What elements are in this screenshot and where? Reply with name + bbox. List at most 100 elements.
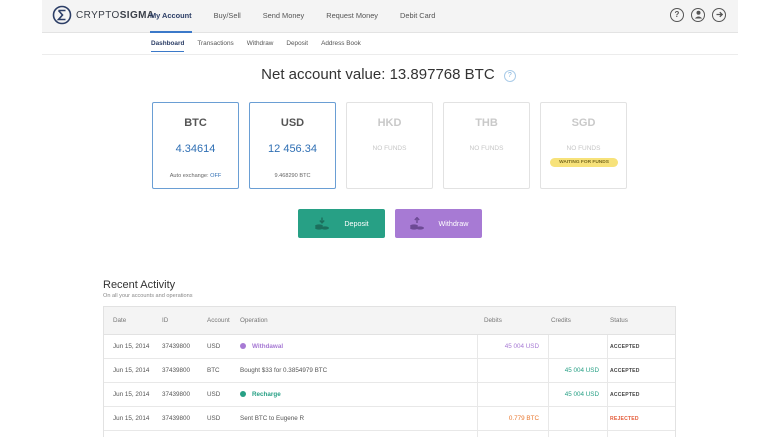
subnav-deposit[interactable]: Deposit: [286, 38, 308, 52]
column-divider: [548, 383, 549, 406]
row-operation: Recharge: [240, 383, 281, 407]
row-operation: Sent BTC to Eugene R: [240, 407, 304, 431]
deposit-button-label: Deposit: [344, 219, 369, 228]
column-divider: [477, 383, 478, 406]
net-account-value: Net account value: 13.897768 BTC ?: [0, 66, 777, 83]
balance-card-sgd[interactable]: SGD NO FUNDS WAITING FOR FUNDS: [540, 102, 627, 189]
sigma-logo-icon: [52, 5, 72, 25]
brand-logo[interactable]: CRYPTOSIGMA: [52, 5, 155, 25]
operation-text: Bought $33 for 0.3854979 BTC: [240, 367, 328, 374]
operation-text: Withdawal: [252, 343, 284, 350]
row-account: USD: [207, 343, 221, 350]
row-account: USD: [207, 391, 221, 398]
table-row[interactable]: Jun 15, 2014 37439800 USD Recharge 45 004 US…: [104, 383, 675, 407]
nav-send-money[interactable]: Send Money: [263, 0, 305, 33]
subnav-withdraw[interactable]: Withdraw: [247, 38, 274, 52]
subnav-dashboard[interactable]: Dashboard: [151, 38, 185, 52]
balance-card-hkd[interactable]: HKD NO FUNDS: [346, 102, 433, 189]
nav-debit-card[interactable]: Debit Card: [400, 0, 435, 33]
nav-buy-sell[interactable]: Buy/Sell: [214, 0, 241, 33]
balance-card-thb[interactable]: THB NO FUNDS: [443, 102, 530, 189]
deposit-button[interactable]: Deposit: [298, 209, 385, 238]
recent-activity-title: Recent Activity: [103, 279, 176, 291]
main-nav: My Account Buy/Sell Send Money Request M…: [150, 0, 457, 33]
table-body: Jun 15, 2014 37439800 USD Withdawal 45 004 U…: [104, 335, 675, 437]
row-account: USD: [207, 415, 221, 422]
currency-code: BTC: [184, 117, 207, 129]
column-divider: [548, 431, 549, 437]
balance-cards: BTC 4.34614 Auto exchange: OFF USD 12 45…: [152, 102, 637, 189]
nav-request-money[interactable]: Request Money: [326, 0, 378, 33]
auto-exchange-toggle[interactable]: OFF: [210, 173, 221, 179]
column-divider: [607, 407, 608, 430]
row-date: Jun 15, 2014: [113, 391, 150, 398]
row-status-badge: ACCEPTED: [610, 392, 640, 398]
column-divider: [607, 383, 608, 406]
row-status-badge: ACCEPTED: [610, 344, 640, 350]
balance-card-btc[interactable]: BTC 4.34614 Auto exchange: OFF: [152, 102, 239, 189]
sub-navigation: Dashboard Transactions Withdraw Deposit …: [151, 38, 374, 52]
top-navigation-bar: CRYPTOSIGMA My Account Buy/Sell Send Mon…: [42, 0, 738, 33]
table-header: Date ID Account Operation Debits Credits…: [104, 307, 675, 335]
table-row[interactable]: [104, 431, 675, 437]
column-divider: [477, 407, 478, 430]
row-operation: Bought $33 for 0.3854979 BTC: [240, 359, 327, 383]
logout-icon[interactable]: [712, 8, 726, 22]
withdraw-button[interactable]: Withdraw: [395, 209, 482, 238]
row-date: Jun 15, 2014: [113, 343, 150, 350]
net-account-value-text: Net account value: 13.897768 BTC: [261, 66, 495, 83]
currency-code: THB: [475, 117, 498, 129]
row-date: Jun 15, 2014: [113, 415, 150, 422]
column-divider: [607, 359, 608, 382]
column-divider: [548, 407, 549, 430]
table-row[interactable]: Jun 15, 2014 37439800 USD Sent BTC to Eugen…: [104, 407, 675, 431]
row-credit: 45 004 USD: [564, 391, 599, 398]
row-id: 37439800: [162, 391, 191, 398]
row-operation: Withdawal: [240, 335, 283, 359]
nav-my-account[interactable]: My Account: [150, 0, 192, 33]
column-divider: [477, 431, 478, 437]
balance-card-usd[interactable]: USD 12 456.34 9.468290 BTC: [249, 102, 336, 189]
col-operation[interactable]: Operation: [240, 307, 268, 335]
help-icon[interactable]: ?: [503, 70, 516, 82]
balance-amount: 4.34614: [175, 143, 216, 155]
brand-name: CRYPTOSIGMA: [76, 9, 155, 21]
no-funds-label: NO FUNDS: [372, 145, 407, 152]
waiting-for-funds-badge: WAITING FOR FUNDS: [550, 158, 618, 167]
column-divider: [548, 335, 549, 358]
coins-deposit-icon: [315, 217, 330, 230]
user-icon[interactable]: [691, 8, 705, 22]
recent-activity-subtitle: On all your accounts and operations: [103, 293, 193, 299]
column-divider: [607, 431, 608, 437]
row-status-badge: REJECTED: [610, 416, 639, 422]
status-dot-icon: [240, 342, 246, 349]
operation-text: Sent BTC to Eugene R: [240, 415, 305, 422]
currency-code: SGD: [571, 117, 596, 129]
withdraw-button-label: Withdraw: [438, 219, 469, 228]
col-debits[interactable]: Debits: [484, 307, 502, 335]
col-status[interactable]: Status: [610, 307, 628, 335]
row-id: 37439800: [162, 415, 191, 422]
status-dot-icon: [240, 390, 246, 397]
column-divider: [477, 335, 478, 358]
col-id[interactable]: ID: [162, 307, 168, 335]
row-id: 37439800: [162, 343, 191, 350]
auto-exchange-status: Auto exchange: OFF: [169, 173, 222, 179]
col-credits[interactable]: Credits: [551, 307, 571, 335]
row-date: Jun 15, 2014: [113, 367, 150, 374]
row-debit: 45 004 USD: [504, 343, 539, 350]
col-account[interactable]: Account: [207, 307, 230, 335]
table-row[interactable]: Jun 15, 2014 37439800 BTC Bought $33 for 0.…: [104, 359, 675, 383]
row-account: BTC: [207, 367, 220, 374]
subnav-address-book[interactable]: Address Book: [321, 38, 361, 52]
row-id: 37439800: [162, 367, 191, 374]
table-row[interactable]: Jun 15, 2014 37439800 USD Withdawal 45 004 U…: [104, 335, 675, 359]
column-divider: [477, 359, 478, 382]
row-debit: 0.779 BTC: [508, 415, 539, 422]
help-icon[interactable]: ?: [670, 8, 684, 22]
col-date[interactable]: Date: [113, 307, 126, 335]
header-icons: ?: [663, 8, 726, 22]
subnav-transactions[interactable]: Transactions: [197, 38, 233, 52]
column-divider: [607, 335, 608, 358]
activity-table: Date ID Account Operation Debits Credits…: [103, 306, 676, 437]
